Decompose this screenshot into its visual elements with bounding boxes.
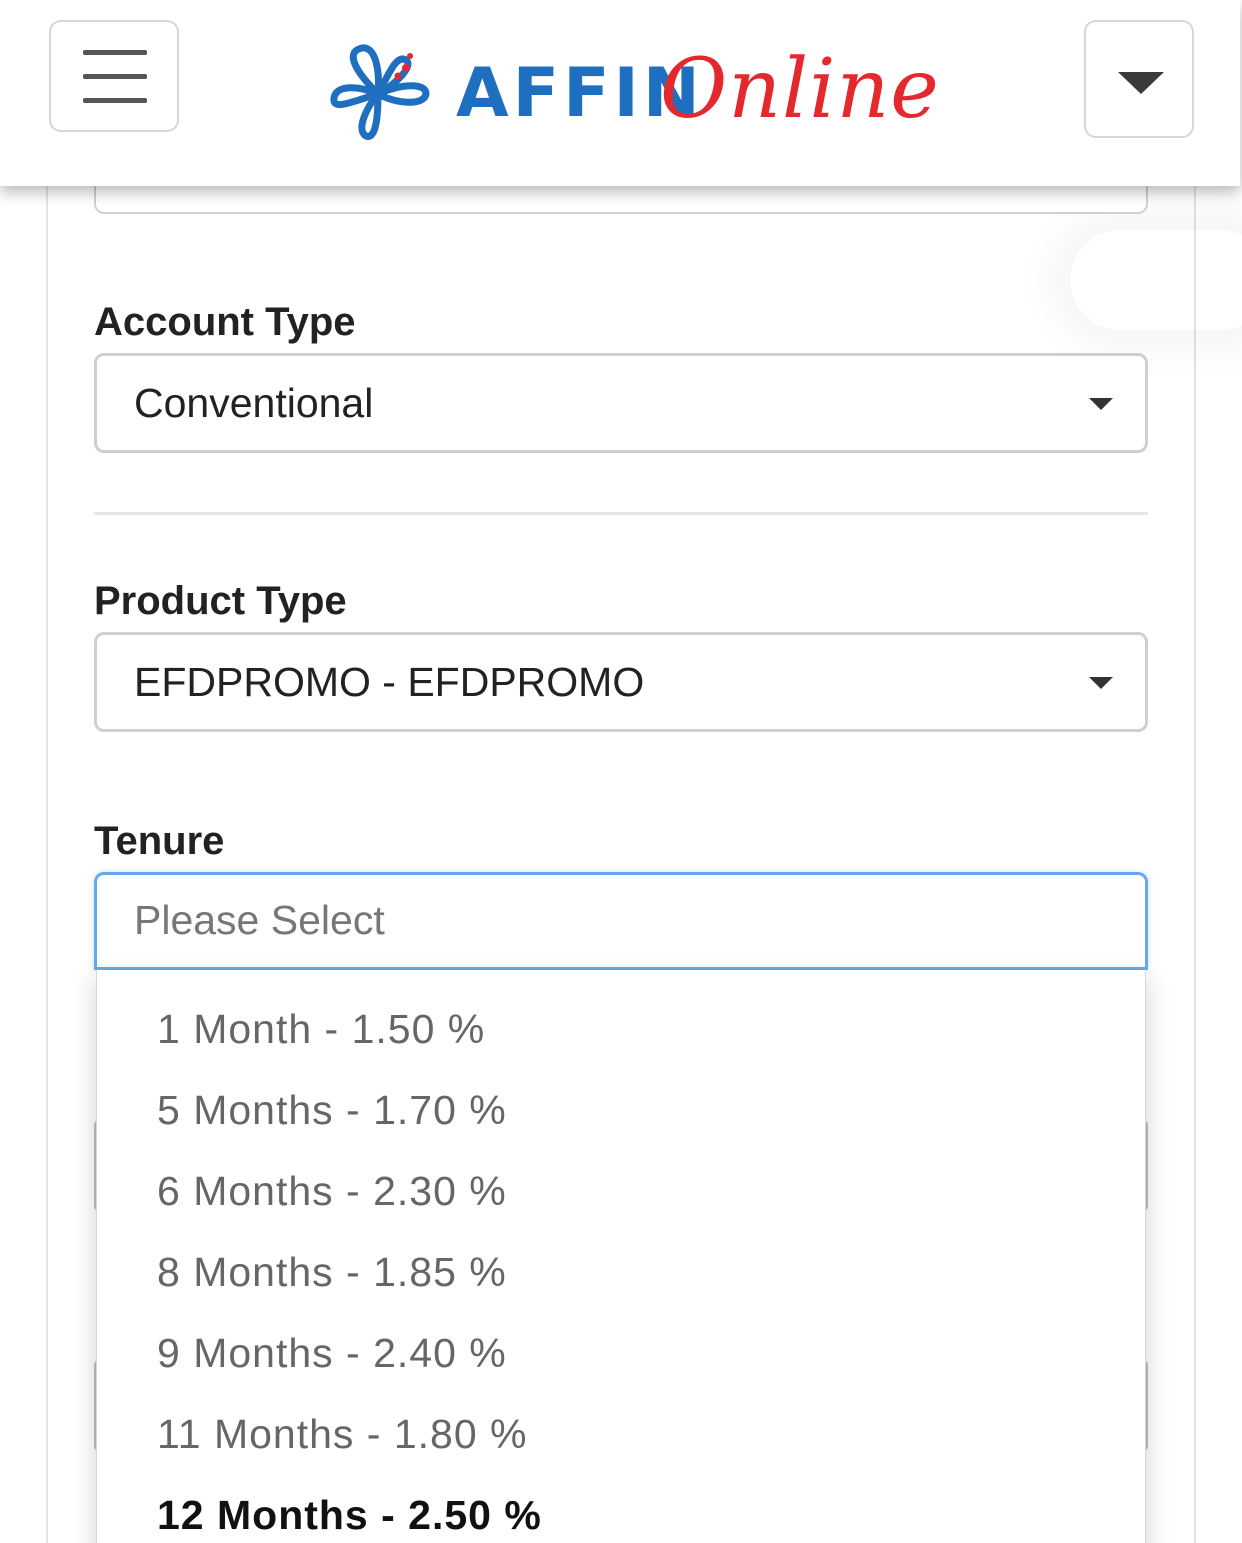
chevron-down-icon <box>1089 677 1113 689</box>
account-type-value: Conventional <box>134 380 374 426</box>
affin-flower-logo-icon <box>330 44 430 140</box>
menu-button[interactable] <box>49 20 179 132</box>
tenure-option-highlighted[interactable]: 12 Months - 2.50 % <box>157 1492 542 1539</box>
tenure-option[interactable]: 8 Months - 1.85 % <box>157 1249 507 1296</box>
account-type-label: Account Type <box>94 300 356 344</box>
background-shadow <box>1070 230 1242 330</box>
tenure-option[interactable]: 1 Month - 1.50 % <box>157 1006 485 1053</box>
header-dropdown-button[interactable] <box>1084 20 1194 138</box>
tenure-option[interactable]: 5 Months - 1.70 % <box>157 1087 507 1134</box>
section-divider <box>94 512 1148 515</box>
affin-online-logo[interactable]: AFFIN Online <box>326 40 939 150</box>
product-type-select[interactable]: EFDPROMO - EFDPROMO <box>94 632 1148 732</box>
tenure-option[interactable]: 11 Months - 1.80 % <box>157 1411 527 1458</box>
page: AFFIN Online Account Type Conventional P… <box>0 0 1242 1543</box>
caret-down-icon <box>1118 72 1164 94</box>
product-type-label: Product Type <box>94 579 347 623</box>
tenure-select[interactable]: Please Select <box>94 872 1148 970</box>
chevron-down-icon <box>1089 398 1113 410</box>
tenure-dropdown-list: 1 Month - 1.50 % 5 Months - 1.70 % 6 Mon… <box>96 970 1146 1543</box>
account-type-select[interactable]: Conventional <box>94 353 1148 453</box>
tenure-option[interactable]: 6 Months - 2.30 % <box>157 1168 507 1215</box>
tenure-placeholder: Please Select <box>134 897 385 943</box>
product-type-value: EFDPROMO - EFDPROMO <box>134 659 645 705</box>
tenure-label: Tenure <box>94 819 225 863</box>
logo-text-online: Online <box>660 42 940 137</box>
tenure-option[interactable]: 9 Months - 2.40 % <box>157 1330 507 1377</box>
app-header: AFFIN Online <box>0 0 1240 186</box>
